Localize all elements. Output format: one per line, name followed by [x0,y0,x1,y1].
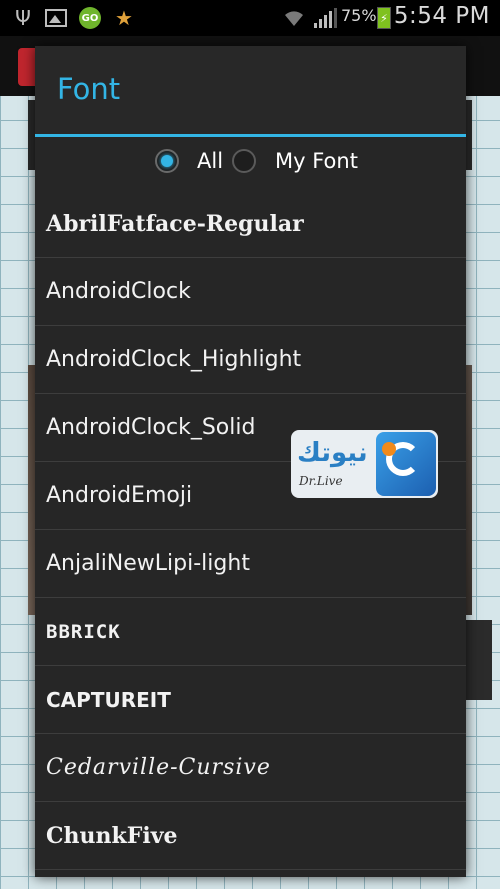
image-icon [44,6,68,30]
wifi-icon [282,6,306,30]
title-divider [35,134,466,137]
list-item[interactable]: AnjaliNewLipi-light [35,530,466,598]
go-launcher-icon: GO [78,6,102,30]
font-name: CAPTUREIT [46,687,171,712]
font-name: BBRICK [46,620,121,643]
radio-all-label[interactable]: All [197,149,223,173]
watermark-text: نيوتك [297,438,368,468]
status-bar: Ψ GO ★ 75% ⚡ 5:54 PM [0,0,500,36]
signal-icon [313,6,337,30]
usb-icon: Ψ [15,6,31,30]
font-name: AnjaliNewLipi-light [46,551,250,576]
list-item[interactable]: AbrilFatface-Regular [35,190,466,258]
logo-icon [376,432,436,496]
watermark-logo: نيوتك Dr.Live [291,430,438,498]
font-name: Cedarville-Cursive [46,755,271,780]
list-item[interactable]: ChunkFive [35,802,466,870]
list-item[interactable]: Cedarville-Cursive [35,734,466,802]
font-name: AbrilFatface-Regular [46,210,304,237]
dialog-title: Font [57,72,121,106]
star-icon: ★ [115,6,133,30]
radio-my-font-label[interactable]: My Font [275,149,358,173]
background-side-panel [466,620,492,700]
list-item[interactable]: AndroidClock_Highlight [35,326,466,394]
radio-all[interactable] [155,149,179,173]
radio-my-font[interactable] [232,149,256,173]
list-item[interactable]: CAPTUREIT [35,666,466,734]
font-name: AndroidClock_Solid [46,415,256,440]
list-item[interactable]: AndroidClock [35,258,466,326]
clock: 5:54 PM [393,3,490,29]
battery-charging-icon: ⚡ [374,6,394,30]
font-name: AndroidClock [46,279,191,304]
battery-percent: 75% [341,6,377,25]
list-item[interactable]: BBRICK [35,598,466,666]
watermark-subtext: Dr.Live [299,474,343,488]
font-name: AndroidEmoji [46,483,193,508]
font-list: AbrilFatface-Regular AndroidClock Androi… [35,190,466,870]
font-name: ChunkFive [46,822,178,849]
font-filter: All My Font [35,142,466,184]
font-name: AndroidClock_Highlight [46,347,302,372]
dialog-header: Font [35,46,466,134]
